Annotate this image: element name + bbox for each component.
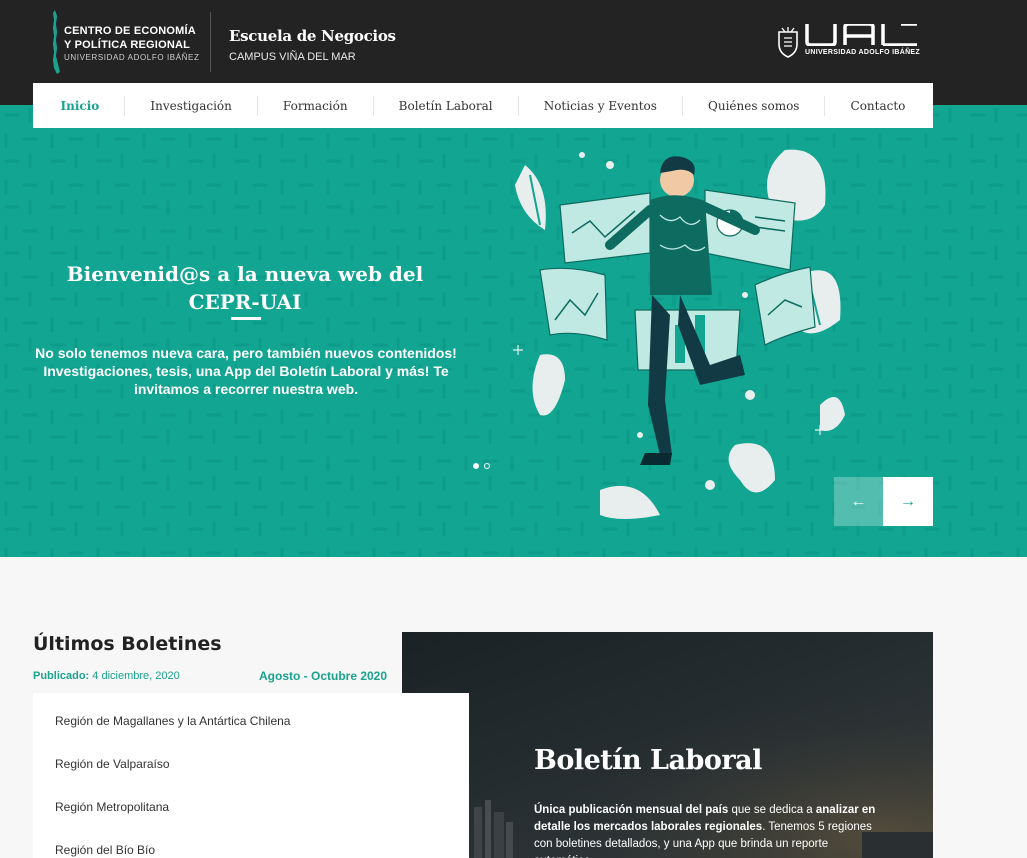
- hero-title: Bienvenid@s a la nueva web del CEPR-UAI: [66, 262, 424, 314]
- nav-separator: [517, 95, 519, 116]
- uai-logo[interactable]: UNIVERSIDAD ADOLFO IBÁÑEZ: [776, 24, 921, 60]
- uai-wordmark-icon: [805, 24, 917, 46]
- analyst-illustration: [513, 149, 845, 519]
- uai-crest-icon: [778, 27, 798, 58]
- list-item-region[interactable]: Región del Bío Bío: [55, 843, 155, 857]
- slider-dot[interactable]: [473, 463, 479, 469]
- nav-item-quienes-somos[interactable]: Quiénes somos: [702, 99, 805, 113]
- panel-title: Boletín Laboral: [534, 745, 762, 776]
- bulletin-period[interactable]: Agosto - Octubre 2020: [259, 669, 387, 683]
- school-name: Escuela de Negocios: [229, 27, 396, 45]
- hero-title-underline: [231, 317, 261, 320]
- nav-item-contacto[interactable]: Contacto: [845, 99, 912, 113]
- slider-next-button[interactable]: →: [883, 477, 933, 526]
- section-title-boletines: Últimos Boletines: [33, 633, 222, 655]
- cepr-name-line1: CENTRO DE ECONOMÍA: [64, 25, 196, 37]
- nav-item-inicio[interactable]: Inicio: [55, 99, 106, 113]
- region-list: Región de Magallanes y la Antártica Chil…: [33, 693, 469, 858]
- hero-description: No solo tenemos nueva cara, pero también…: [35, 345, 457, 397]
- nav-separator: [824, 95, 826, 116]
- panel-text-plain1: que se dedica a: [728, 804, 816, 816]
- main-nav: Inicio Investigación Formación Boletín L…: [33, 83, 933, 128]
- arrow-left-icon: ←: [850, 492, 867, 510]
- nav-item-investigacion[interactable]: Investigación: [144, 99, 238, 113]
- slider-dot[interactable]: [484, 463, 490, 469]
- cepr-name-line2: Y POLÍTICA REGIONAL: [64, 39, 191, 51]
- published-date: Publicado: 4 diciembre, 2020: [33, 670, 180, 682]
- uai-university-name: UNIVERSIDAD ADOLFO IBÁÑEZ: [805, 49, 920, 56]
- list-item-region[interactable]: Región de Valparaíso: [55, 757, 170, 771]
- school-campus: CAMPUS VIÑA DEL MAR: [229, 51, 356, 63]
- school-block: Escuela de Negocios CAMPUS VIÑA DEL MAR: [229, 27, 396, 63]
- panel-description: Única publicación mensual del país que s…: [534, 802, 884, 858]
- published-label: Publicado:: [33, 670, 90, 682]
- slider-dots: [473, 463, 490, 469]
- hero-slider: Bienvenid@s a la nueva web del CEPR-UAI …: [0, 105, 1027, 557]
- header-divider: [210, 12, 211, 72]
- nav-separator: [256, 95, 258, 116]
- slider-prev-button[interactable]: ←: [834, 477, 883, 526]
- cepr-university: UNIVERSIDAD ADOLFO IBÁÑEZ: [64, 53, 200, 62]
- nav-item-formacion[interactable]: Formación: [277, 99, 354, 113]
- nav-separator: [124, 95, 126, 116]
- nav-separator: [681, 95, 683, 116]
- nav-separator: [372, 95, 374, 116]
- boletin-laboral-panel: Boletín Laboral Única publicación mensua…: [402, 632, 933, 858]
- cepr-logo[interactable]: CENTRO DE ECONOMÍA Y POLÍTICA REGIONAL U…: [50, 10, 205, 74]
- panel-text-bold1: Única publicación mensual del país: [534, 804, 729, 816]
- list-item-region[interactable]: Región de Magallanes y la Antártica Chil…: [55, 714, 290, 728]
- nav-item-noticias-eventos[interactable]: Noticias y Eventos: [538, 99, 663, 113]
- list-item-region[interactable]: Región Metropolitana: [55, 800, 169, 814]
- chile-map-icon: [53, 10, 60, 74]
- cepr-wordmark: CENTRO DE ECONOMÍA Y POLÍTICA REGIONAL U…: [64, 24, 199, 62]
- published-date-value: 4 diciembre, 2020: [92, 670, 180, 682]
- arrow-right-icon: →: [900, 492, 916, 510]
- nav-item-boletin-laboral[interactable]: Boletín Laboral: [393, 99, 499, 113]
